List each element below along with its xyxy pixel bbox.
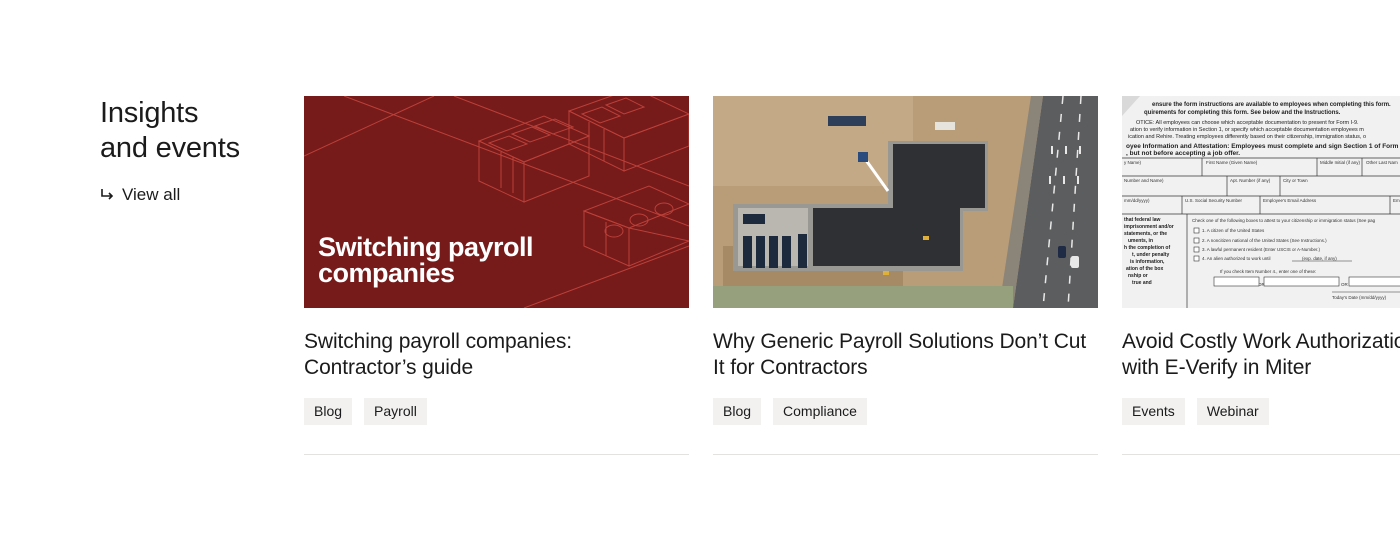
- form-line: y Name): [1124, 160, 1142, 165]
- form-line: 3. A lawful permanent resident (Enter US…: [1202, 247, 1321, 252]
- form-line: Other Last Nam: [1366, 160, 1398, 165]
- form-line: City or Town: [1283, 178, 1308, 183]
- card-divider: [1122, 454, 1400, 455]
- form-line: Apt. Number (if any): [1230, 178, 1271, 183]
- form-line: Middle Initial (if any): [1320, 160, 1361, 165]
- form-line: First Name (Given Name): [1206, 160, 1258, 165]
- form-line: 2. A noncitizen national of the United S…: [1202, 238, 1327, 243]
- form-line: t, under penalty: [1132, 252, 1169, 258]
- form-line: Employee's Email Address: [1263, 198, 1317, 203]
- card-image-text: Switching payroll companies: [318, 232, 534, 288]
- form-line: OR: [1341, 282, 1349, 287]
- form-line: ation of the box: [1126, 266, 1163, 272]
- card-image-text-line1: Switching payroll: [318, 232, 534, 262]
- tag-compliance[interactable]: Compliance: [773, 398, 867, 425]
- card-divider: [304, 454, 689, 455]
- card-image: [713, 96, 1098, 308]
- insight-card[interactable]: ensure the form instructions are availab…: [1122, 96, 1400, 456]
- form-line: imprisonment and/or: [1124, 224, 1174, 230]
- card-tags: Blog Compliance: [713, 398, 1098, 425]
- insight-card[interactable]: Switching payroll companies Switching pa…: [304, 96, 689, 456]
- insight-card[interactable]: Why Generic Payroll Solutions Don’t Cut …: [713, 96, 1098, 456]
- form-line: quirements for completing this form. See…: [1144, 110, 1341, 116]
- card-image-text-line2: companies: [318, 258, 455, 288]
- form-line: ensure the form instructions are availab…: [1152, 102, 1391, 108]
- section-title: Insights and events: [100, 96, 280, 166]
- i9-form-image: ensure the form instructions are availab…: [1122, 96, 1400, 308]
- form-line: that federal law: [1124, 217, 1161, 223]
- form-line: , but not before accepting a job offer.: [1126, 150, 1240, 157]
- form-line: Check one of the following boxes to atte…: [1192, 218, 1376, 223]
- form-line: 1. A citizen of the United States: [1202, 228, 1265, 233]
- tag-events[interactable]: Events: [1122, 398, 1185, 425]
- form-line: oyee Information and Attestation: Employ…: [1126, 143, 1399, 150]
- tag-blog[interactable]: Blog: [304, 398, 353, 425]
- card-divider: [713, 454, 1098, 455]
- form-line: U.S. Social Security Number: [1185, 198, 1243, 203]
- form-line: Number and Name): [1124, 178, 1164, 183]
- card-tags: Blog Payroll: [304, 398, 689, 425]
- card-title[interactable]: Avoid Costly Work Authorization Mistakes…: [1122, 329, 1400, 381]
- insights-carousel: Switching payroll companies Switching pa…: [304, 96, 1400, 496]
- tag-webinar[interactable]: Webinar: [1196, 398, 1269, 425]
- form-line: If you check Item Number 4., enter one o…: [1220, 269, 1316, 274]
- return-arrow-icon: [101, 189, 114, 200]
- form-line: ation to verify information in Section 1…: [1130, 127, 1364, 133]
- form-line: (exp. date, if any): [1302, 256, 1337, 261]
- form-line: OTICE: All employees can choose which ac…: [1136, 120, 1359, 126]
- form-line: uments, in: [1128, 238, 1153, 244]
- form-line: nship or: [1128, 273, 1148, 279]
- form-line: mm/dd/yyyy): [1124, 198, 1150, 203]
- form-line: ication and Rehire. Treating employees d…: [1128, 134, 1366, 140]
- form-line: Today's Date (mm/dd/yyyy): [1332, 295, 1387, 300]
- form-line: statements, or the: [1124, 231, 1167, 237]
- section-header: Insights and events View all: [100, 96, 280, 205]
- form-line: Em: [1393, 198, 1400, 203]
- form-line: is information,: [1130, 259, 1165, 265]
- form-line: h the completion of: [1124, 245, 1170, 251]
- card-tags: Events Webinar: [1122, 398, 1400, 425]
- view-all-link[interactable]: View all: [100, 185, 280, 205]
- card-image: Switching payroll companies: [304, 96, 689, 308]
- card-title[interactable]: Switching payroll companies: Contractor’…: [304, 329, 689, 381]
- card-image: ensure the form instructions are availab…: [1122, 96, 1400, 308]
- card-title[interactable]: Why Generic Payroll Solutions Don’t Cut …: [713, 329, 1098, 381]
- aerial-construction-photo: [713, 96, 1098, 308]
- section-title-line2: and events: [100, 132, 240, 164]
- form-line: true and: [1132, 280, 1152, 286]
- tag-payroll[interactable]: Payroll: [364, 398, 427, 425]
- tag-blog[interactable]: Blog: [713, 398, 762, 425]
- section-title-line1: Insights: [100, 97, 199, 129]
- view-all-label: View all: [122, 185, 181, 204]
- form-line: 4. An alien authorized to work until: [1202, 256, 1271, 261]
